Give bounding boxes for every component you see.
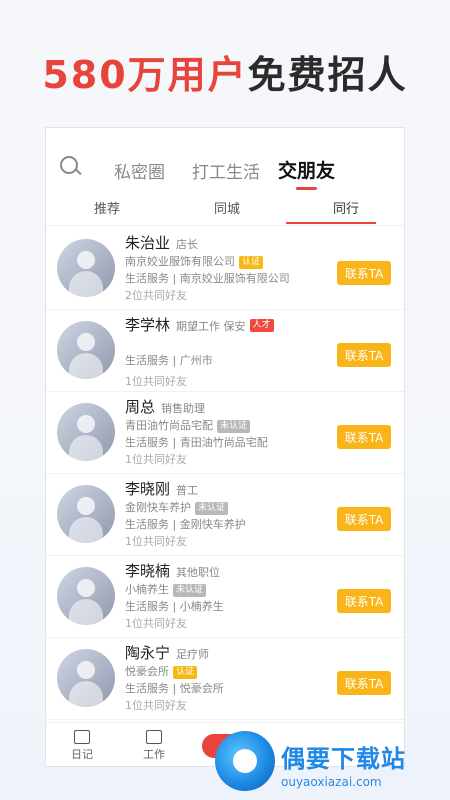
clipboard-icon xyxy=(146,730,162,744)
person-name: 李学林 期望工作 保安 人才 xyxy=(125,314,274,335)
mutual-friends: 1位共同好友 xyxy=(125,699,187,712)
person-role: 足疗师 xyxy=(176,648,210,661)
nav-diary[interactable]: 日记 xyxy=(62,730,102,762)
headline: 580万用户免费招人 xyxy=(0,44,450,99)
avatar[interactable] xyxy=(57,239,115,297)
person-role: 销售助理 xyxy=(161,402,206,415)
contact-button[interactable]: 联系TA xyxy=(337,343,391,367)
avatar[interactable] xyxy=(57,321,115,379)
subtab-same-industry[interactable]: 同行 xyxy=(333,198,359,217)
watermark-url: ouyaoxiazai.com xyxy=(281,775,382,789)
active-subtab-indicator xyxy=(286,222,376,224)
contact-button[interactable]: 联系TA xyxy=(337,589,391,613)
sub-tab-bar: 推荐 同城 同行 xyxy=(46,192,404,226)
avatar[interactable] xyxy=(57,649,115,707)
watermark-title: 偶要下载站 xyxy=(281,745,406,773)
nav-diary-label: 日记 xyxy=(71,748,93,761)
list-item[interactable]: 李晓楠 其他职位 小楠养生 未认证 生活服务 | 小楠养生 1位共同好友 联系TA xyxy=(46,556,404,638)
contact-button[interactable]: 联系TA xyxy=(337,671,391,695)
contact-button[interactable]: 联系TA xyxy=(337,425,391,449)
nav-work[interactable]: 工作 xyxy=(134,730,174,762)
verify-badge: 未认证 xyxy=(217,419,251,433)
headline-part-1: 580万用户 xyxy=(42,53,248,97)
list-item[interactable]: 李晓刚 普工 金刚快车养护 未认证 生活服务 | 金刚快车养护 1位共同好友 联系T… xyxy=(46,474,404,556)
mutual-friends: 1位共同好友 xyxy=(125,617,187,630)
watermark-logo-icon xyxy=(215,731,275,791)
person-company: 金刚快车养护 未认证 xyxy=(125,499,229,515)
person-role: 店长 xyxy=(176,238,199,251)
avatar[interactable] xyxy=(57,403,115,461)
person-industry: 生活服务 | 广州市 xyxy=(125,354,213,367)
verify-badge: 认证 xyxy=(239,255,264,269)
person-name: 周总 销售助理 xyxy=(125,398,206,416)
subtab-same-city[interactable]: 同城 xyxy=(214,198,240,217)
person-role: 其他职位 xyxy=(176,566,221,579)
headline-part-2: 免费招人 xyxy=(247,53,408,97)
top-tab-bar: 私密圈 打工生活 交朋友 xyxy=(46,148,404,192)
image-icon xyxy=(74,730,90,744)
verify-badge: 认证 xyxy=(173,665,198,679)
person-name: 李晓刚 普工 xyxy=(125,480,199,498)
person-company: 小楠养生 未认证 xyxy=(125,581,207,597)
person-name: 陶永宁 足疗师 xyxy=(125,644,210,662)
list-item[interactable]: 陶永宁 足疗师 悦豪会所 认证 生活服务 | 悦豪会所 1位共同好友 联系TA xyxy=(46,638,404,720)
site-watermark: 偶要下载站 ouyaoxiazai.com xyxy=(215,727,450,800)
search-icon[interactable] xyxy=(60,156,82,178)
person-name: 李晓楠 其他职位 xyxy=(125,562,221,580)
person-industry: 生活服务 | 南京姣业服饰有限公司 xyxy=(125,272,290,285)
nav-work-label: 工作 xyxy=(143,748,165,761)
app-screen: 私密圈 打工生活 交朋友 推荐 同城 同行 朱治业 店长 南京姣业服饰有限公司 认证… xyxy=(45,127,405,767)
mutual-friends: 2位共同好友 xyxy=(125,289,187,302)
talent-badge: 人才 xyxy=(249,319,274,332)
person-company: 悦豪会所 认证 xyxy=(125,663,198,679)
mutual-friends: 1位共同好友 xyxy=(125,375,187,388)
person-industry: 生活服务 | 金刚快车养护 xyxy=(125,518,246,531)
person-industry: 生活服务 | 悦豪会所 xyxy=(125,682,224,695)
mutual-friends: 1位共同好友 xyxy=(125,535,187,548)
subtab-recommend[interactable]: 推荐 xyxy=(94,198,120,217)
list-item[interactable]: 朱治业 店长 南京姣业服饰有限公司 认证 生活服务 | 南京姣业服饰有限公司 2位共… xyxy=(46,228,404,310)
contact-button[interactable]: 联系TA xyxy=(337,507,391,531)
person-role: 期望工作 保安 xyxy=(176,320,246,333)
person-industry: 生活服务 | 青田油竹尚品宅配 xyxy=(125,436,268,449)
avatar[interactable] xyxy=(57,567,115,625)
person-name: 朱治业 店长 xyxy=(125,234,199,252)
tab-work-life[interactable]: 打工生活 xyxy=(192,158,260,183)
person-role: 普工 xyxy=(176,484,199,497)
list-item[interactable]: 周总 销售助理 青田油竹尚品宅配 未认证 生活服务 | 青田油竹尚品宅配 1位共同好… xyxy=(46,392,404,474)
person-industry: 生活服务 | 小楠养生 xyxy=(125,600,224,613)
avatar[interactable] xyxy=(57,485,115,543)
tab-make-friends[interactable]: 交朋友 xyxy=(278,156,335,190)
verify-badge: 未认证 xyxy=(173,583,207,597)
tab-private-circle[interactable]: 私密圈 xyxy=(114,158,165,183)
list-item[interactable]: 李学林 期望工作 保安 人才 生活服务 | 广州市 1位共同好友 联系TA xyxy=(46,310,404,392)
person-company: 南京姣业服饰有限公司 认证 xyxy=(125,253,264,269)
mutual-friends: 1位共同好友 xyxy=(125,453,187,466)
contact-button[interactable]: 联系TA xyxy=(337,261,391,285)
verify-badge: 未认证 xyxy=(195,501,229,515)
person-company: 青田油竹尚品宅配 未认证 xyxy=(125,417,251,433)
